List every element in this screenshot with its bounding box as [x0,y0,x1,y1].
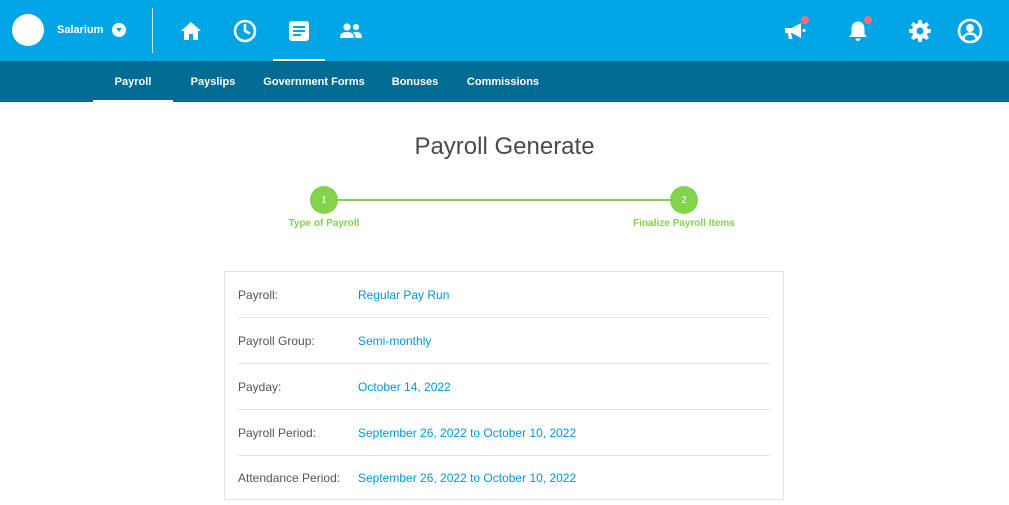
notifications-button[interactable] [838,0,878,61]
document-icon [289,20,309,41]
detail-row-payday: Payday: October 14, 2022 [238,364,770,410]
detail-label: Payroll Period: [238,425,317,440]
nav-home[interactable] [166,0,216,61]
step-1-circle: 1 [310,186,338,214]
company-switcher[interactable]: Salarium [12,14,127,46]
tab-bonuses[interactable]: Bonuses [385,61,445,102]
detail-row-payroll: Payroll: Regular Pay Run [238,272,770,318]
tab-government-forms[interactable]: Government Forms [259,61,369,102]
tab-commissions[interactable]: Commissions [462,61,544,102]
step-2-circle: 2 [670,186,698,214]
company-name: Salarium [57,24,104,36]
user-icon [957,18,983,43]
nav-employees[interactable] [326,0,376,61]
divider [152,8,153,53]
profile-button[interactable] [950,0,990,61]
detail-value: October 14, 2022 [358,379,451,394]
nav-payroll[interactable] [273,0,325,61]
company-avatar [12,14,44,46]
detail-value: Semi-monthly [358,333,432,348]
detail-label: Payroll: [238,287,279,302]
detail-row-payroll-group: Payroll Group: Semi-monthly [238,318,770,364]
step-2-label: Finalize Payroll Items [633,218,735,229]
stepper-line [338,199,674,201]
gear-icon [909,19,931,42]
top-bar: Salarium [0,0,1009,61]
payroll-details-card: Payroll: Regular Pay Run Payroll Group: … [224,271,784,500]
detail-row-attendance-period: Attendance Period: September 26, 2022 to… [238,455,770,501]
detail-value: September 26, 2022 to October 10, 2022 [358,425,577,440]
clock-icon [233,19,257,42]
sub-navigation: Payroll Payslips Government Forms Bonuse… [0,61,1009,102]
tab-payslips[interactable]: Payslips [183,61,243,102]
announcements-button[interactable] [775,0,815,61]
chevron-down-icon [112,23,127,37]
detail-label: Payroll Group: [238,333,315,348]
notification-dot [801,16,809,24]
page-title: Payroll Generate [414,133,595,160]
detail-row-payroll-period: Payroll Period: September 26, 2022 to Oc… [238,410,770,456]
notification-dot [864,16,872,24]
step-1-label: Type of Payroll [288,218,360,229]
home-icon [181,21,201,40]
detail-label: Payday: [238,379,282,394]
detail-value: September 26, 2022 to October 10, 2022 [358,471,577,485]
nav-timekeeping[interactable] [220,0,270,61]
settings-button[interactable] [900,0,940,61]
detail-value: Regular Pay Run [358,287,450,302]
people-icon [340,22,362,38]
tab-payroll[interactable]: Payroll [93,61,173,102]
detail-label: Attendance Period: [238,471,341,485]
